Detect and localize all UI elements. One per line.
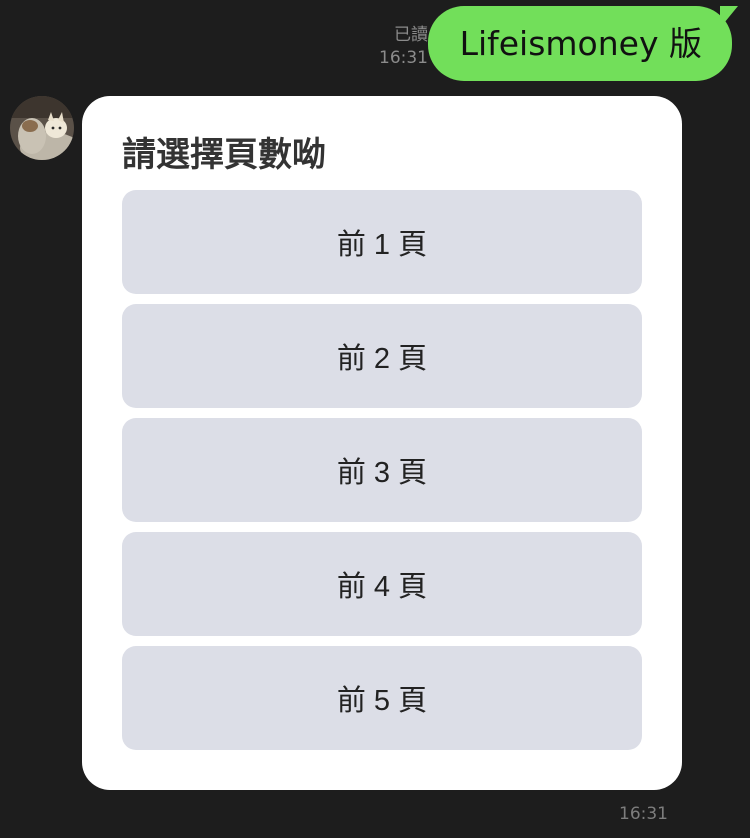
outgoing-time: 16:31: [379, 48, 428, 68]
option-page-2-button[interactable]: 前 2 頁: [122, 304, 642, 408]
option-page-5-button[interactable]: 前 5 頁: [122, 646, 642, 750]
option-page-1-button[interactable]: 前 1 頁: [122, 190, 642, 294]
page-select-card: 請選擇頁數呦 前 1 頁 前 2 頁 前 3 頁 前 4 頁 前 5 頁: [82, 96, 682, 790]
outgoing-message-bubble[interactable]: Lifeismoney 版: [427, 6, 738, 81]
bubble-tail: [720, 6, 738, 28]
option-page-3-button[interactable]: 前 3 頁: [122, 418, 642, 522]
cat-photo-avatar-icon: [10, 96, 74, 160]
card-title: 請選擇頁數呦: [122, 135, 326, 175]
incoming-time: 16:31: [619, 804, 668, 824]
option-page-4-button[interactable]: 前 4 頁: [122, 532, 642, 636]
avatar[interactable]: [10, 96, 74, 160]
outgoing-message-text: Lifeismoney 版: [459, 24, 702, 63]
read-status: 已讀: [394, 25, 428, 45]
chat-window: 已讀 16:31 Lifeismoney 版 請選擇頁數呦 前 1 頁 前 2 …: [0, 0, 750, 838]
outgoing-meta: 已讀 16:31: [379, 24, 428, 70]
